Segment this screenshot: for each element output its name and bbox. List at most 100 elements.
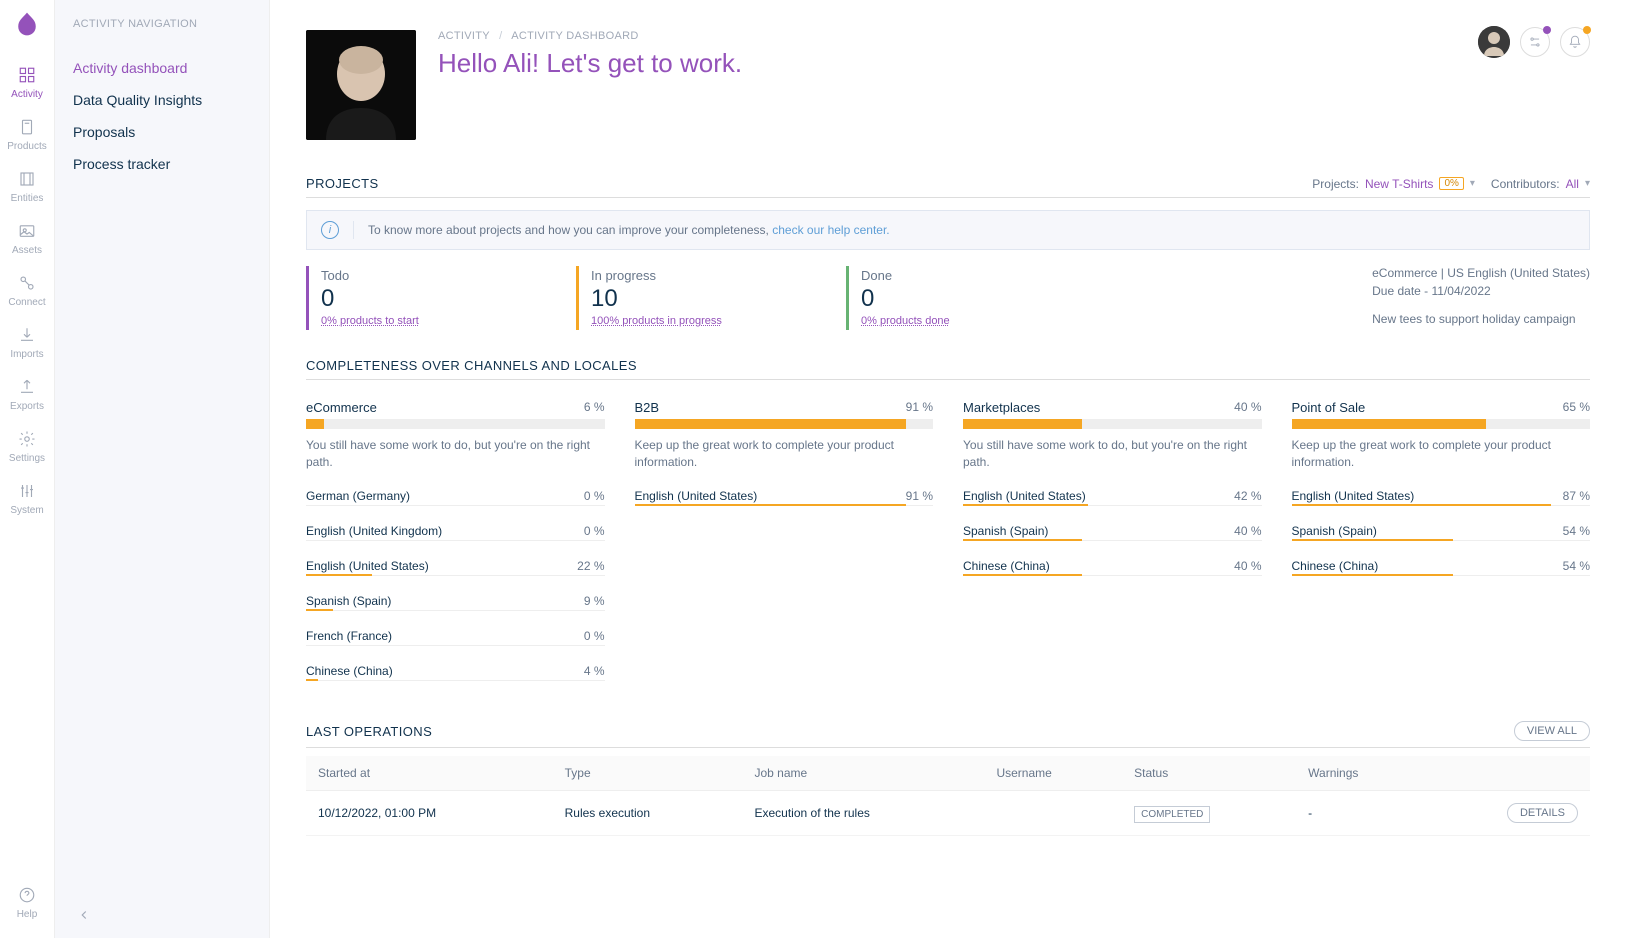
locale-row[interactable]: German (Germany)0 % — [306, 489, 605, 506]
locale-pct: 4 % — [584, 664, 605, 678]
stat-done-link[interactable]: 0% products done — [861, 315, 1116, 327]
subnav-item-1[interactable]: Data Quality Insights — [73, 84, 251, 116]
locale-row[interactable]: Spanish (Spain)54 % — [1292, 524, 1591, 541]
locale-row[interactable]: English (United States) 42 % — [963, 489, 1262, 506]
main-nav-rail: Activity Products EntitiesAssetsConnect Imp… — [0, 0, 55, 938]
details-button[interactable]: DETAILS — [1507, 803, 1578, 823]
locale-name: English (United States) — [1292, 489, 1415, 503]
user-avatar[interactable] — [1478, 26, 1510, 58]
section-title-last-ops: LAST OPERATIONS — [306, 724, 432, 739]
help-icon — [16, 884, 38, 906]
project-channel: eCommerce | US English (United States) — [1372, 266, 1590, 280]
subnav-item-3[interactable]: Process tracker — [73, 148, 251, 180]
notifications-button[interactable] — [1560, 27, 1590, 57]
nav-assets[interactable]: Assets — [7, 212, 46, 264]
stat-inprogress-link[interactable]: 100% products in progress — [591, 315, 846, 327]
locale-row[interactable]: Chinese (China) 40 % — [963, 559, 1262, 576]
activity-subnav: ACTIVITY NAVIGATION Activity dashboardDa… — [55, 0, 270, 938]
col-header: Type — [553, 756, 743, 791]
help-center-link[interactable]: check our help center. — [772, 223, 889, 237]
nav-label: Products — [7, 141, 46, 152]
locale-row[interactable]: Spanish (Spain) 40 % — [963, 524, 1262, 541]
channel-b2b: B2B91 %Keep up the great work to complet… — [635, 400, 934, 681]
filter-contributors-selector[interactable]: All — [1566, 177, 1579, 191]
locale-row[interactable]: English (United Kingdom)0 % — [306, 524, 605, 541]
locale-name: Chinese (China) — [963, 559, 1050, 573]
locale-name: Spanish (Spain) — [306, 594, 391, 608]
nav-label: Exports — [10, 401, 44, 412]
project-completion-badge: 0% — [1439, 177, 1463, 190]
stat-inprogress: In progress 10 100% products in progress — [576, 266, 846, 330]
nav-connect[interactable]: Connect — [7, 264, 46, 316]
col-header — [1425, 756, 1590, 791]
channel-pct: 91 % — [906, 400, 933, 415]
channel-name: eCommerce — [306, 400, 377, 415]
projects-info-banner: i To know more about projects and how yo… — [306, 210, 1590, 250]
locale-row[interactable]: Spanish (Spain)9 % — [306, 594, 605, 611]
locale-row[interactable]: Chinese (China)4 % — [306, 664, 605, 681]
channel-pct: 40 % — [1234, 400, 1261, 415]
nav-settings[interactable]: Settings — [7, 420, 46, 472]
stat-todo-link[interactable]: 0% products to start — [321, 315, 576, 327]
products-icon — [16, 116, 38, 138]
nav-activity[interactable]: Activity — [7, 56, 46, 108]
nav-exports[interactable]: Exports — [7, 368, 46, 420]
locale-row[interactable]: English (United States)22 % — [306, 559, 605, 576]
channel-name: Marketplaces — [963, 400, 1040, 415]
breadcrumb-leaf: ACTIVITY DASHBOARD — [511, 30, 638, 42]
nav-help[interactable]: Help — [0, 876, 54, 928]
col-header: Status — [1122, 756, 1296, 791]
nav-entities[interactable]: Entities — [7, 160, 46, 212]
exports-icon — [16, 376, 38, 398]
col-header: Warnings — [1296, 756, 1425, 791]
subnav-item-0[interactable]: Activity dashboard — [73, 52, 251, 84]
stat-count: 0 — [861, 285, 1116, 313]
breadcrumb-root[interactable]: ACTIVITY — [438, 30, 490, 42]
filter-project-selector[interactable]: New T-Shirts — [1365, 177, 1433, 191]
locale-name: French (France) — [306, 629, 392, 643]
subnav-item-2[interactable]: Proposals — [73, 116, 251, 148]
locale-row[interactable]: Chinese (China)54 % — [1292, 559, 1591, 576]
channel-progress-bar — [635, 419, 934, 429]
assets-icon — [16, 220, 38, 242]
table-row[interactable]: 10/12/2022, 01:00 PMRules executionExecu… — [306, 791, 1590, 836]
subnav-title: ACTIVITY NAVIGATION — [73, 18, 251, 30]
chevron-down-icon[interactable]: ▾ — [1470, 178, 1475, 189]
nav-system[interactable]: System — [7, 472, 46, 524]
activity-stream-button[interactable] — [1520, 27, 1550, 57]
nav-label: Imports — [10, 349, 43, 360]
col-header: Job name — [742, 756, 984, 791]
locale-name: English (United States) — [963, 489, 1086, 503]
locale-row[interactable]: English (United States) 91 % — [635, 489, 934, 506]
locale-row[interactable]: English (United States) 87 % — [1292, 489, 1591, 506]
collapse-subnav-button[interactable] — [73, 904, 95, 926]
channel-pct: 65 % — [1563, 400, 1590, 415]
channel-point of sale: Point of Sale65 %Keep up the great work … — [1292, 400, 1591, 681]
cell-user — [984, 791, 1122, 836]
stat-count: 0 — [321, 285, 576, 313]
cell-type: Rules execution — [553, 791, 743, 836]
locale-row[interactable]: French (France)0 % — [306, 629, 605, 646]
locale-pct: 87 % — [1563, 489, 1590, 503]
nav-products[interactable]: Products — [7, 108, 46, 160]
stat-count: 10 — [591, 285, 846, 313]
last-operations-table: Started atTypeJob nameUsernameStatusWarn… — [306, 756, 1590, 836]
locale-name: Spanish (Spain) — [963, 524, 1048, 538]
locale-pct: 40 % — [1234, 524, 1261, 538]
locale-pct: 42 % — [1234, 489, 1261, 503]
view-all-button[interactable]: VIEW ALL — [1514, 721, 1590, 741]
main-content: ACTIVITY / ACTIVITY DASHBOARD Hello Ali!… — [270, 0, 1626, 938]
locale-pct: 40 % — [1234, 559, 1261, 573]
project-filters: Projects: New T-Shirts 0% ▾ Contributors… — [1312, 177, 1590, 191]
channel-message: Keep up the great work to complete your … — [1292, 437, 1591, 471]
info-text: To know more about projects and how you … — [368, 223, 772, 237]
locale-pct: 54 % — [1563, 559, 1590, 573]
locale-pct: 91 % — [906, 489, 933, 503]
chevron-down-icon[interactable]: ▾ — [1585, 178, 1590, 189]
locale-name: English (United States) — [635, 489, 758, 503]
stat-todo: Todo 0 0% products to start — [306, 266, 576, 330]
settings-icon — [16, 428, 38, 450]
nav-imports[interactable]: Imports — [7, 316, 46, 368]
nav-label: System — [10, 505, 43, 516]
info-icon: i — [321, 221, 339, 239]
